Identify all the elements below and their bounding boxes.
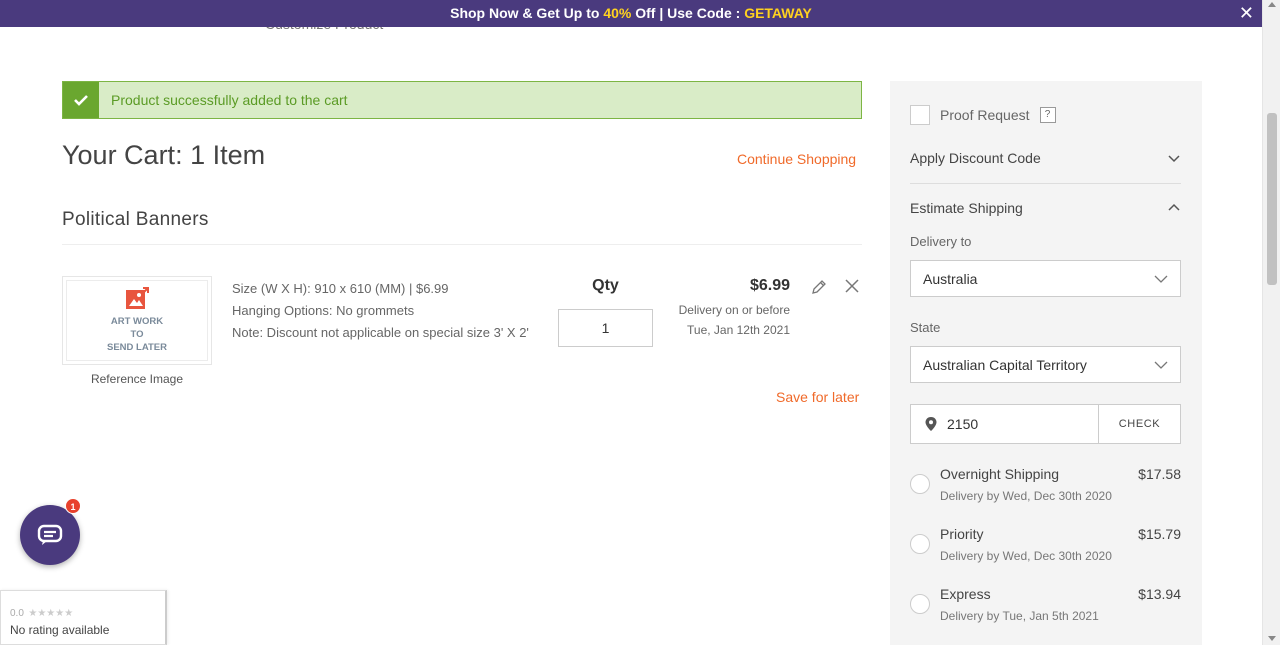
chat-button[interactable]: [20, 505, 80, 565]
rating-score: 0.0: [10, 608, 24, 619]
promo-code: GETAWAY: [744, 5, 812, 21]
rating-widget[interactable]: 0.0 ★★★★★ No rating available: [0, 590, 167, 645]
scroll-thumb[interactable]: [1267, 113, 1277, 285]
proof-request-row: Proof Request ?: [910, 105, 1056, 125]
shipping-price: $13.94: [1138, 586, 1181, 602]
pencil-icon[interactable]: [810, 278, 828, 296]
promo-banner: Shop Now & Get Up to 40% Off | Use Code …: [0, 0, 1262, 27]
category-title: Political Banners: [62, 209, 209, 230]
delivery-to-label: Delivery to: [910, 234, 972, 249]
state-select[interactable]: Australian Capital Territory: [910, 346, 1181, 383]
help-icon[interactable]: ?: [1039, 107, 1056, 123]
cart-title: Your Cart: 1 Item: [62, 140, 266, 170]
chevron-down-icon: [1168, 155, 1180, 163]
artwork-placeholder-text: ART WORK TO SEND LATER: [107, 316, 167, 353]
star-icon: ★★★★★: [28, 608, 74, 619]
save-for-later-link[interactable]: Save for later: [776, 389, 859, 405]
chevron-down-icon: [1154, 275, 1168, 283]
estimate-shipping-toggle[interactable]: Estimate Shipping: [910, 193, 1181, 223]
radio-button[interactable]: [910, 594, 930, 614]
spec-size: Size (W X H): 910 x 610 (MM) | $6.99: [232, 281, 449, 296]
zip-check-row: 2150 CHECK: [910, 404, 1181, 444]
promo-percent: 40%: [603, 5, 632, 21]
apply-discount-toggle[interactable]: Apply Discount Code: [910, 143, 1181, 173]
artwork-placeholder: ART WORK TO SEND LATER: [66, 280, 208, 361]
shipping-price: $15.79: [1138, 526, 1181, 542]
scroll-up-arrow-icon[interactable]: [1268, 2, 1276, 7]
shipping-option-express[interactable]: Express $13.94 Delivery by Tue, Jan 5th …: [910, 586, 1181, 632]
shipping-name: Priority: [940, 526, 984, 542]
continue-shopping-link[interactable]: Continue Shopping: [737, 151, 856, 167]
order-sidebar: Proof Request ? Apply Discount Code Esti…: [890, 81, 1202, 645]
location-pin-icon: [925, 417, 937, 431]
qty-label: Qty: [592, 277, 619, 294]
proof-request-checkbox[interactable]: [910, 105, 930, 125]
quantity-input[interactable]: [558, 309, 653, 347]
reference-image-label: Reference Image: [90, 372, 184, 386]
rating-text: No rating available: [10, 623, 110, 637]
item-specs: Size (W X H): 910 x 610 (MM) | $6.99 Han…: [232, 278, 529, 344]
scroll-down-arrow-icon[interactable]: [1268, 636, 1276, 641]
shipping-date: Delivery by Wed, Dec 30th 2020: [940, 549, 1112, 563]
zip-code-input[interactable]: 2150: [911, 405, 1099, 443]
product-thumbnail[interactable]: ART WORK TO SEND LATER: [62, 276, 212, 365]
shipping-name: Express: [940, 586, 991, 602]
chat-notification-badge: 1: [65, 498, 81, 514]
chevron-up-icon: [1168, 203, 1180, 211]
checkmark-icon: [63, 82, 99, 118]
state-label: State: [910, 320, 941, 335]
shipping-name: Overnight Shipping: [940, 466, 1060, 482]
chevron-down-icon: [1154, 361, 1168, 369]
shipping-price: $17.58: [1138, 466, 1181, 482]
success-alert: Product successfully added to the cart: [62, 81, 862, 119]
divider: [62, 244, 862, 245]
close-icon[interactable]: [844, 278, 860, 294]
shipping-option-overnight[interactable]: Overnight Shipping $17.58 Delivery by We…: [910, 466, 1181, 512]
shipping-date: Delivery by Wed, Dec 30th 2020: [940, 489, 1112, 503]
divider: [910, 183, 1181, 184]
spec-note: Note: Discount not applicable on special…: [232, 325, 529, 340]
alert-message: Product successfully added to the cart: [111, 92, 348, 108]
check-button[interactable]: CHECK: [1099, 405, 1180, 443]
page-scrollbar[interactable]: [1262, 0, 1280, 645]
image-upload-icon: [126, 287, 149, 309]
close-icon[interactable]: ✕: [1239, 0, 1254, 27]
country-select[interactable]: Australia: [910, 260, 1181, 297]
proof-request-label: Proof Request: [940, 107, 1030, 123]
item-price: $6.99: [749, 277, 790, 294]
promo-text: Shop Now & Get Up to: [450, 5, 600, 21]
spec-hanging: Hanging Options: No grommets: [232, 303, 415, 318]
chat-bubble-icon: [37, 524, 63, 545]
radio-button[interactable]: [910, 534, 930, 554]
delivery-estimate: Delivery on or before Tue, Jan 12th 2021: [678, 303, 790, 337]
shipping-option-priority[interactable]: Priority $15.79 Delivery by Wed, Dec 30t…: [910, 526, 1181, 572]
shipping-date: Delivery by Tue, Jan 5th 2021: [940, 609, 1099, 623]
radio-button[interactable]: [910, 474, 930, 494]
promo-text-middle: Off | Use Code :: [635, 5, 741, 21]
